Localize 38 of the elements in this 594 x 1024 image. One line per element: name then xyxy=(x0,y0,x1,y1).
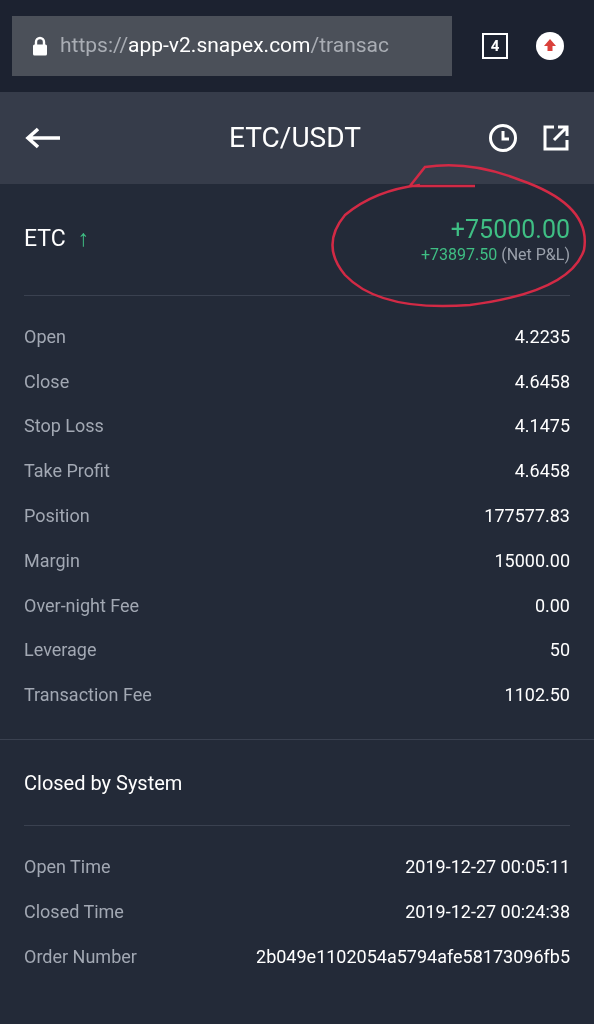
field-value: 50 xyxy=(549,638,570,663)
field-label: Order Number xyxy=(24,944,137,969)
share-icon[interactable] xyxy=(542,124,570,152)
field-label: Over-night Fee xyxy=(24,593,140,618)
field-value: 4.6458 xyxy=(514,459,570,484)
field-value: 2b049e1102054a5794afe58173096fb5 xyxy=(256,944,570,969)
field-label: Closed Time xyxy=(24,899,124,924)
field-value: 0.00 xyxy=(534,593,570,618)
field-value: 4.1475 xyxy=(514,414,570,439)
symbol-text: ETC xyxy=(24,224,66,255)
field-label: Open xyxy=(24,324,66,349)
field-value: 4.2235 xyxy=(514,324,570,349)
field-label: Margin xyxy=(24,548,80,573)
field-value: 2019-12-27 00:24:38 xyxy=(405,899,570,924)
back-arrow-icon[interactable] xyxy=(24,126,62,150)
field-value: 4.6458 xyxy=(514,369,570,394)
field-label: Stop Loss xyxy=(24,414,104,439)
page-title: ETC/USDT xyxy=(228,120,362,156)
net-pnl-text: +73897.50 (Net P&L) xyxy=(420,245,570,266)
tab-count-button[interactable]: 4 xyxy=(482,33,508,59)
direction-arrow: ↑ xyxy=(77,224,90,255)
upload-icon[interactable] xyxy=(536,32,564,60)
field-value: 2019-12-27 00:05:11 xyxy=(405,855,570,880)
address-bar[interactable]: https://app-v2.snapex.com/transac xyxy=(12,16,452,76)
field-value: 1102.50 xyxy=(504,683,570,708)
field-label: Close xyxy=(24,369,70,394)
clock-icon[interactable] xyxy=(488,123,518,153)
field-label: Position xyxy=(24,504,90,529)
field-value: 177577.83 xyxy=(484,504,570,529)
field-label: Open Time xyxy=(24,855,111,880)
url-text: https://app-v2.snapex.com/transac xyxy=(60,32,390,60)
field-label: Take Profit xyxy=(24,459,110,484)
field-label: Transaction Fee xyxy=(24,683,152,708)
field-value: 15000.00 xyxy=(494,548,570,573)
close-reason-heading: Closed by System xyxy=(24,740,570,827)
lock-icon xyxy=(32,36,48,56)
profit-text: +75000.00 xyxy=(450,213,570,246)
field-label: Leverage xyxy=(24,638,97,663)
